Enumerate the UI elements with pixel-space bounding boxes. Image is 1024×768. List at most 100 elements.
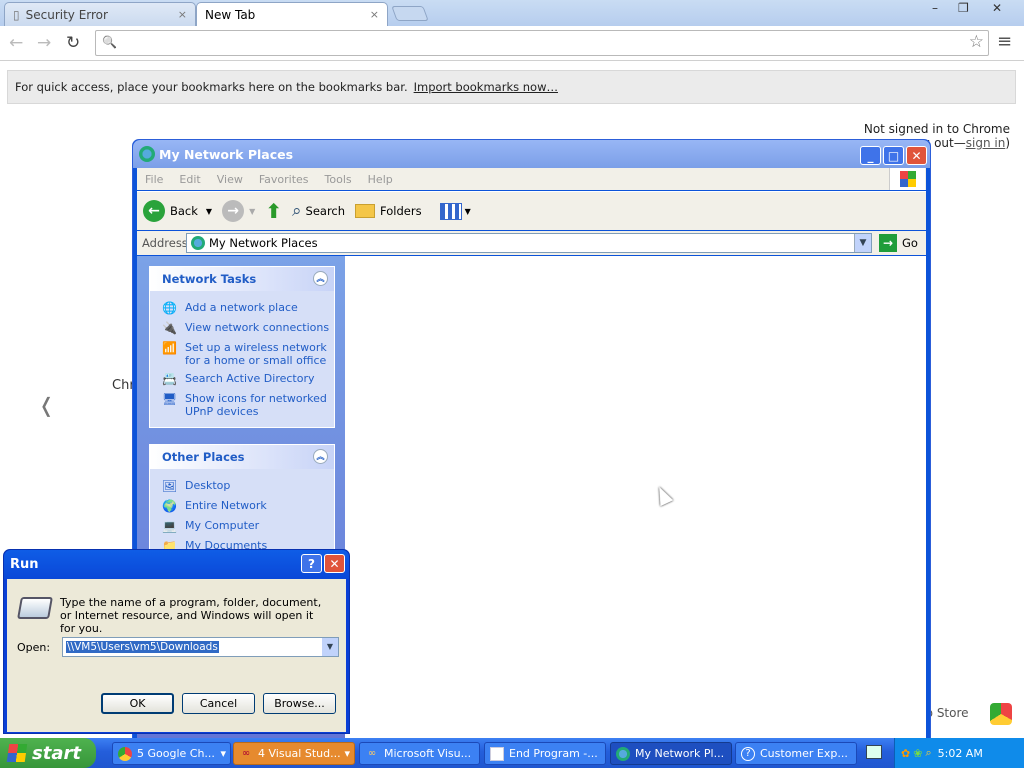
taskbar-item-visual-studio[interactable]: ∞ 4 Visual Stud... ▾ <box>233 742 355 765</box>
directory-icon: 📇 <box>162 372 177 386</box>
menu-edit[interactable]: Edit <box>171 173 208 186</box>
close-tab-icon[interactable]: × <box>178 8 187 21</box>
forward-icon[interactable]: → <box>37 33 51 53</box>
other-places-header[interactable]: Other Places ︽ <box>150 445 334 469</box>
network-places-icon <box>191 236 205 250</box>
place-desktop[interactable]: 🖼 Desktop <box>150 477 334 497</box>
minimize-icon[interactable]: _ <box>860 146 881 165</box>
bookmark-star-icon[interactable]: ☆ <box>969 32 984 52</box>
place-label: Entire Network <box>185 499 267 512</box>
file-view[interactable] <box>345 256 926 740</box>
address-input[interactable]: My Network Places ▼ <box>186 233 872 253</box>
close-tab-icon[interactable]: × <box>370 8 379 21</box>
menu-view[interactable]: View <box>209 173 251 186</box>
collapse-icon[interactable]: ︽ <box>313 271 328 286</box>
dropdown-icon: ▾ <box>344 747 350 760</box>
close-icon[interactable]: ✕ <box>324 554 345 573</box>
help-icon[interactable]: ? <box>301 554 322 573</box>
wireless-icon: 📶 <box>162 341 177 355</box>
taskbar-label: 5 Google Ch... <box>137 747 215 760</box>
taskbar-item-microsoft-visual[interactable]: ∞ Microsoft Visu... <box>359 742 480 765</box>
maximize-icon[interactable]: □ <box>883 146 904 165</box>
task-search-ad[interactable]: 📇 Search Active Directory <box>150 370 334 390</box>
sign-in-link[interactable]: sign in <box>966 136 1006 150</box>
menu-icon[interactable]: ≡ <box>997 31 1012 52</box>
dialog-title: Run <box>10 557 39 572</box>
menu-favorites[interactable]: Favorites <box>251 173 317 186</box>
chevron-down-icon[interactable]: ▼ <box>322 638 338 656</box>
search-button[interactable]: ⌕ Search <box>292 201 345 221</box>
tab-security-error[interactable]: ▯ Security Error × <box>4 2 196 26</box>
open-combobox[interactable]: \\VM5\Users\vm5\Downloads ▼ <box>62 637 339 657</box>
folders-label: Folders <box>380 204 422 218</box>
browse-button[interactable]: Browse... <box>263 693 336 714</box>
views-button[interactable]: ▼ <box>439 202 471 220</box>
keyboard-icon[interactable] <box>866 745 882 759</box>
task-view-connections[interactable]: 🔌 View network connections <box>150 319 334 339</box>
tray-icon-2[interactable]: ❀ <box>913 747 922 760</box>
task-label: Search Active Directory <box>185 372 315 385</box>
tray-icon-1[interactable]: ✿ <box>901 747 910 760</box>
chevron-left-icon[interactable]: ❬ <box>38 393 55 417</box>
back-icon[interactable]: ← <box>9 33 23 53</box>
task-wireless-setup[interactable]: 📶 Set up a wireless network for a home or… <box>150 339 334 370</box>
place-my-computer[interactable]: 💻 My Computer <box>150 517 334 537</box>
taskbar-label: My Network Pl... <box>635 747 725 760</box>
taskbar-item-end-program[interactable]: End Program -... <box>484 742 606 765</box>
taskbar-item-my-network-places[interactable]: My Network Pl... <box>610 742 732 765</box>
cancel-button[interactable]: Cancel <box>182 693 255 714</box>
help-icon: ? <box>741 746 755 761</box>
up-folder-button[interactable]: ⬆ <box>265 199 282 223</box>
place-label: Desktop <box>185 479 231 492</box>
place-entire-network[interactable]: 🌍 Entire Network <box>150 497 334 517</box>
back-button[interactable]: ← Back ▼ <box>143 200 212 222</box>
network-tasks-header[interactable]: Network Tasks ︽ <box>150 267 334 291</box>
windows-logo-icon <box>6 744 28 762</box>
chevron-down-icon[interactable]: ▼ <box>854 234 871 252</box>
minimize-icon[interactable]: – <box>932 1 938 15</box>
taskbar-item-chrome[interactable]: 5 Google Ch... ▾ <box>112 742 231 765</box>
taskbar-item-customer-exp[interactable]: ? Customer Exp... <box>735 742 857 765</box>
tab-new-tab[interactable]: New Tab × <box>196 2 388 26</box>
open-input[interactable]: \\VM5\Users\vm5\Downloads <box>66 641 219 653</box>
network-places-icon <box>616 746 630 761</box>
forward-arrow-icon: → <box>222 200 245 222</box>
clock[interactable]: 5:02 AM <box>938 747 983 760</box>
tab-title: Security Error <box>25 7 108 22</box>
folders-button[interactable]: Folders <box>355 204 422 218</box>
close-icon[interactable]: ✕ <box>906 146 927 165</box>
search-icon: 🔍 <box>102 35 117 49</box>
menu-help[interactable]: Help <box>360 173 401 186</box>
ok-button[interactable]: OK <box>101 693 174 714</box>
menu-tools[interactable]: Tools <box>317 173 360 186</box>
back-label: Back <box>170 204 198 218</box>
reload-icon[interactable]: ↻ <box>66 33 80 53</box>
taskbar-label: Microsoft Visu... <box>384 747 472 760</box>
page-icon: ▯ <box>13 7 20 22</box>
task-label-line2: for a home or small office <box>185 354 327 367</box>
explorer-titlebar[interactable]: My Network Places _ □ ✕ <box>133 140 930 168</box>
menu-file[interactable]: File <box>137 173 171 186</box>
window-icon <box>490 746 504 761</box>
back-arrow-icon: ← <box>143 200 165 222</box>
go-button[interactable]: → Go <box>879 234 918 252</box>
start-button[interactable]: start <box>0 738 96 768</box>
window-title: My Network Places <box>159 146 294 162</box>
task-add-network-place[interactable]: 🌐 Add a network place <box>150 299 334 319</box>
tray-search-icon[interactable]: ⌕ <box>925 746 931 760</box>
omnibox[interactable]: 🔍 ☆ <box>95 30 989 56</box>
task-label: Show icons for networked <box>185 392 327 405</box>
dropdown-icon[interactable]: ▼ <box>206 207 212 216</box>
new-tab-button[interactable] <box>391 6 429 21</box>
run-titlebar[interactable]: Run ? ✕ <box>4 550 349 579</box>
close-window-icon[interactable]: ✕ <box>992 1 1002 15</box>
restore-icon[interactable]: ❐ <box>958 1 969 15</box>
forward-button[interactable]: → ▼ <box>222 200 255 222</box>
task-label: Add a network place <box>185 301 298 314</box>
import-bookmarks-link[interactable]: Import bookmarks now… <box>414 80 558 94</box>
web-store-icon[interactable] <box>990 703 1012 725</box>
collapse-icon[interactable]: ︽ <box>313 449 328 464</box>
dropdown-icon: ▼ <box>464 206 471 216</box>
connections-icon: 🔌 <box>162 321 177 335</box>
task-upnp-icons[interactable]: 🖥 Show icons for networked UPnP devices <box>150 390 334 421</box>
